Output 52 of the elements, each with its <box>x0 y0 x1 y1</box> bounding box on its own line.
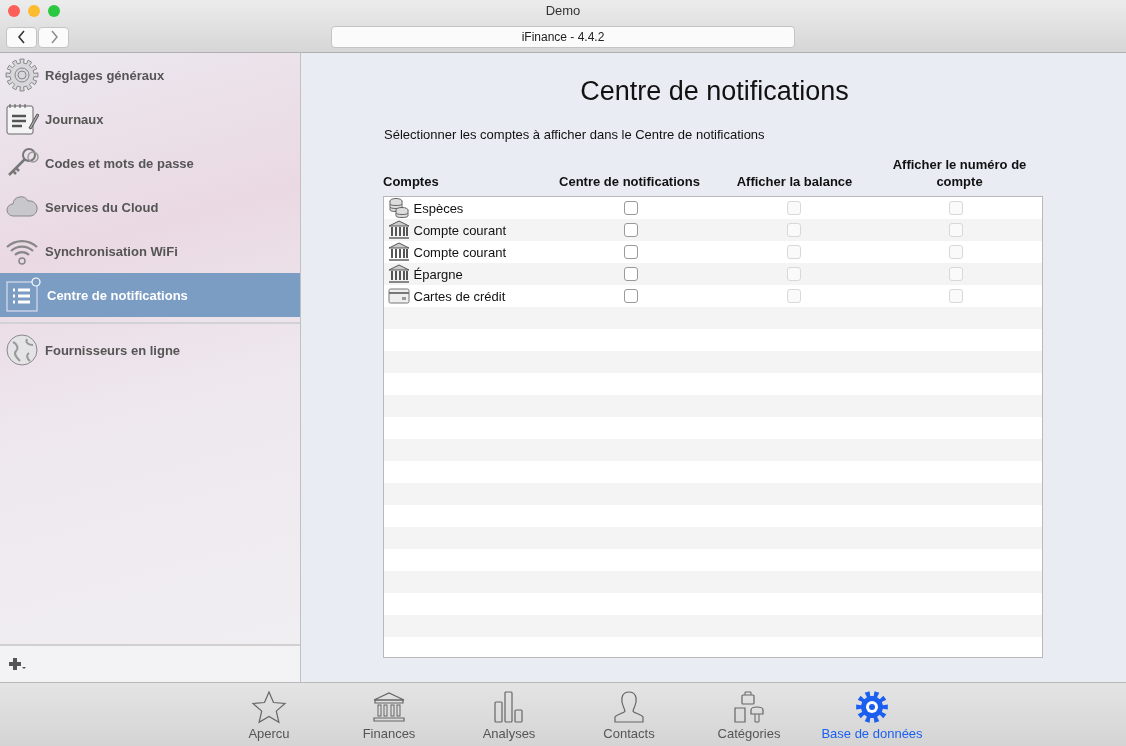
sidebar-item[interactable]: Codes et mots de passe <box>0 141 300 185</box>
star-icon <box>251 690 287 724</box>
checkbox[interactable] <box>624 201 639 215</box>
tab-bar-item[interactable]: Catégories <box>689 683 809 746</box>
account-name: Espèces <box>413 200 464 216</box>
sidebar-item[interactable]: Fournisseurs en ligne <box>0 328 300 372</box>
person-icon <box>611 690 647 724</box>
list-icon <box>5 277 41 313</box>
tab-bar-item[interactable]: Contacts <box>569 683 689 746</box>
tab-bar-item[interactable]: Analyses <box>449 683 569 746</box>
column-header: Afficher le numéro de compte <box>891 156 1028 190</box>
credit-card-icon <box>387 288 410 304</box>
account-name: Compte courant <box>413 244 506 260</box>
sidebar-item[interactable]: Centre de notifications <box>0 273 300 317</box>
column-header: Afficher la balance <box>735 173 854 190</box>
coins-icon <box>387 197 410 219</box>
page-title: Centre de notifications <box>580 76 849 107</box>
checkbox[interactable] <box>624 223 639 237</box>
account-name: Épargne <box>413 266 463 282</box>
tab-bar-item[interactable]: Apercu <box>209 683 329 746</box>
tab-bar-item[interactable]: Base de données <box>809 683 935 746</box>
minimize-button[interactable] <box>28 5 40 17</box>
bank-icon <box>387 242 410 262</box>
account-name: Compte courant <box>413 222 506 238</box>
add-menu-icon[interactable] <box>8 657 28 671</box>
close-button[interactable] <box>8 5 20 17</box>
sidebar-item[interactable]: Synchronisation WiFi <box>0 229 300 273</box>
globe-icon <box>5 333 39 367</box>
back-button[interactable] <box>6 26 37 48</box>
bank-icon <box>371 690 407 724</box>
description-text: Sélectionner les comptes à afficher dans le Centre de notifications <box>384 127 765 142</box>
bank-icon <box>387 264 410 284</box>
address-bar: iFinance - 4.4.2 <box>331 26 795 48</box>
checkbox[interactable] <box>624 289 639 303</box>
sidebar-item[interactable]: Journaux <box>0 97 300 141</box>
window-title: Demo <box>545 3 581 18</box>
checkbox[interactable] <box>624 245 639 259</box>
checkbox[interactable] <box>624 267 639 281</box>
sidebar-item[interactable]: Réglages généraux <box>0 53 300 97</box>
notepad-icon <box>5 102 39 136</box>
column-header: Comptes <box>383 173 440 190</box>
column-header: Centre de notifications <box>558 173 701 190</box>
account-name: Cartes de crédit <box>413 288 506 304</box>
bank-icon <box>387 220 410 240</box>
zoom-button[interactable] <box>48 5 60 17</box>
tab-bar-item[interactable]: Finances <box>329 683 449 746</box>
chevron-right-icon <box>48 30 59 44</box>
gear-icon <box>5 58 39 92</box>
categories-icon <box>731 690 767 724</box>
sidebar-item[interactable]: Services du Cloud <box>0 185 300 229</box>
chevron-left-icon <box>16 30 27 44</box>
gear-icon <box>854 690 890 724</box>
